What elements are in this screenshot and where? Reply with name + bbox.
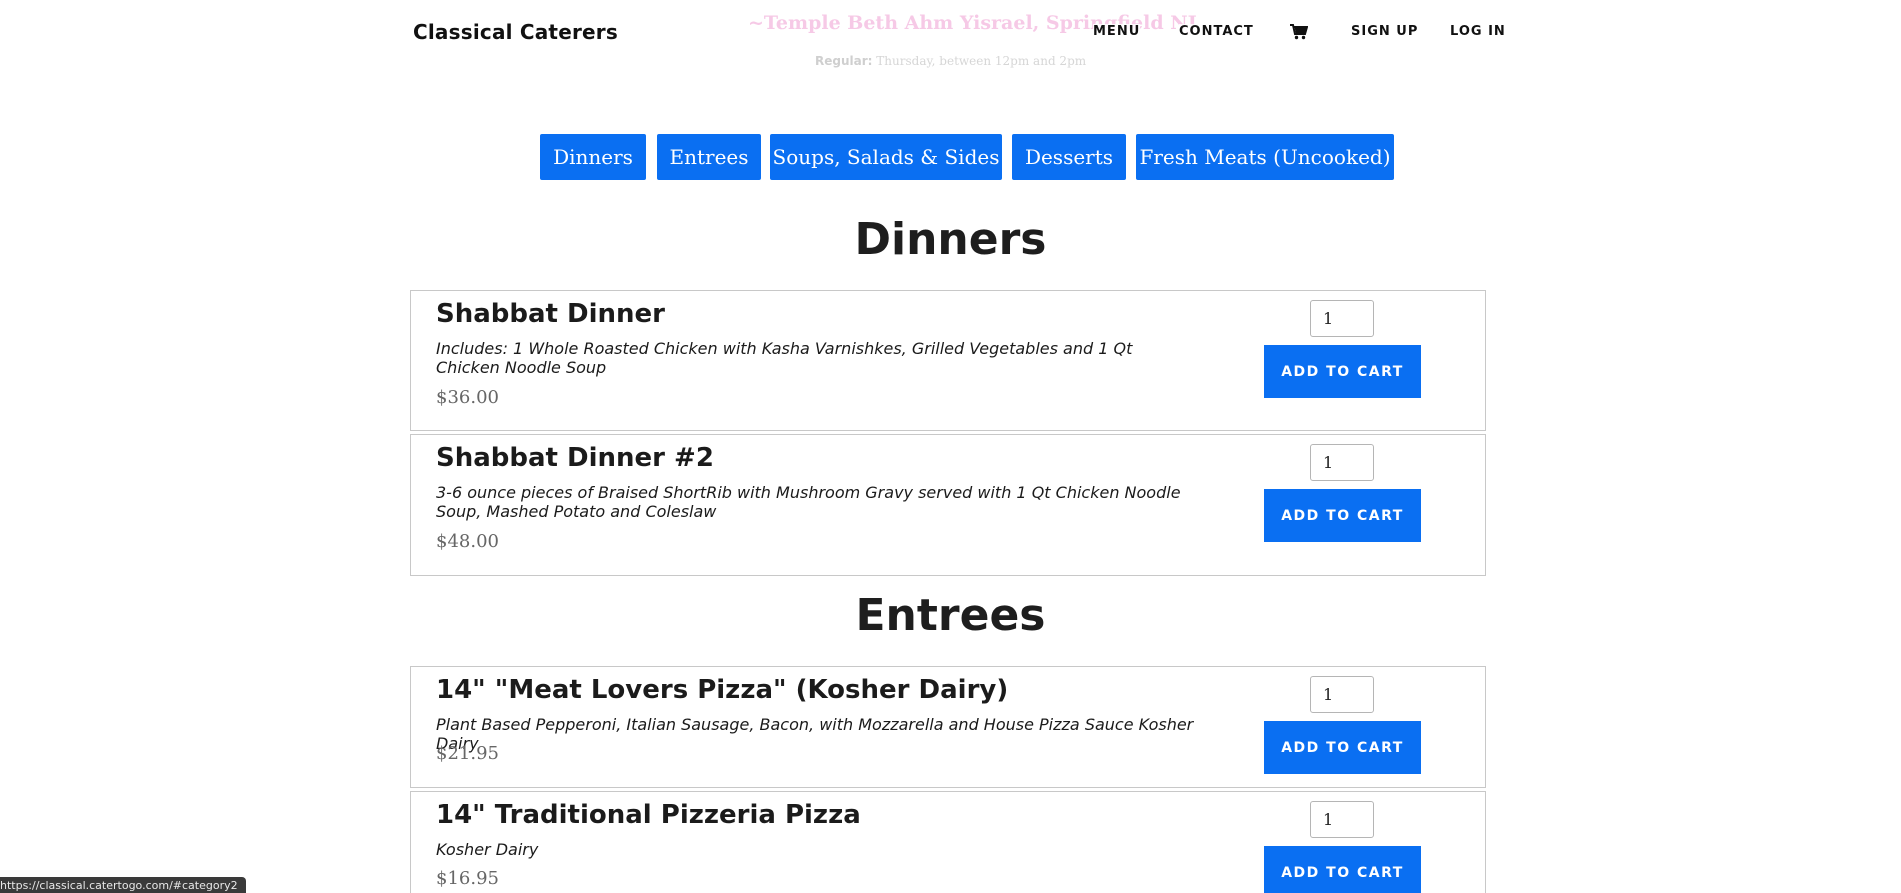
section-title-entrees: Entrees bbox=[855, 590, 1046, 641]
nav-contact[interactable]: CONTACT bbox=[1179, 24, 1254, 39]
category-desserts-button[interactable]: Desserts bbox=[1012, 134, 1126, 180]
schedule-line: Regular: Thursday, between 12pm and 2pm bbox=[815, 54, 1086, 68]
brand-logo-text[interactable]: Classical Caterers bbox=[413, 20, 618, 44]
category-soups-salads-sides-button[interactable]: Soups, Salads & Sides bbox=[770, 134, 1002, 180]
menu-item-card: 14" Traditional Pizzeria Pizza Kosher Da… bbox=[410, 791, 1486, 893]
item-name: 14" "Meat Lovers Pizza" (Kosher Dairy) bbox=[436, 675, 1009, 705]
item-price: $36.00 bbox=[436, 387, 499, 408]
add-to-cart-button[interactable]: ADD TO CART bbox=[1264, 721, 1421, 774]
schedule-text: Thursday, between 12pm and 2pm bbox=[876, 54, 1087, 68]
item-price: $16.95 bbox=[436, 868, 499, 889]
item-price: $21.95 bbox=[436, 743, 499, 764]
item-name: Shabbat Dinner #2 bbox=[436, 443, 714, 473]
item-name: Shabbat Dinner bbox=[436, 299, 665, 329]
quantity-input[interactable] bbox=[1310, 444, 1374, 481]
item-description: 3-6 ounce pieces of Braised ShortRib wit… bbox=[436, 483, 1181, 521]
nav-sign-up[interactable]: SIGN UP bbox=[1351, 24, 1419, 39]
item-price: $48.00 bbox=[436, 531, 499, 552]
schedule-label: Regular: bbox=[815, 54, 873, 68]
item-description: Kosher Dairy bbox=[436, 840, 539, 859]
quantity-input[interactable] bbox=[1310, 801, 1374, 838]
menu-item-card: Shabbat Dinner #2 3-6 ounce pieces of Br… bbox=[410, 434, 1486, 576]
add-to-cart-button[interactable]: ADD TO CART bbox=[1264, 345, 1421, 398]
nav-menu[interactable]: MENU bbox=[1093, 24, 1141, 39]
category-dinners-button[interactable]: Dinners bbox=[540, 134, 646, 180]
category-fresh-meats-button[interactable]: Fresh Meats (Uncooked) bbox=[1136, 134, 1394, 180]
section-title-dinners: Dinners bbox=[854, 214, 1047, 265]
item-name: 14" Traditional Pizzeria Pizza bbox=[436, 800, 861, 830]
site-header: ~Temple Beth Ahm Yisrael, Springfield NJ… bbox=[0, 0, 1901, 68]
category-nav: Dinners Entrees Soups, Salads & Sides De… bbox=[0, 134, 1901, 180]
item-description: Plant Based Pepperoni, Italian Sausage, … bbox=[436, 715, 1194, 753]
status-bar-url: https://classical.catertogo.com/#categor… bbox=[0, 877, 246, 893]
shopping-cart-icon[interactable] bbox=[1290, 24, 1309, 40]
add-to-cart-button[interactable]: ADD TO CART bbox=[1264, 846, 1421, 893]
category-entrees-button[interactable]: Entrees bbox=[657, 134, 761, 180]
menu-item-card: 14" "Meat Lovers Pizza" (Kosher Dairy) P… bbox=[410, 666, 1486, 788]
quantity-input[interactable] bbox=[1310, 300, 1374, 337]
add-to-cart-button[interactable]: ADD TO CART bbox=[1264, 489, 1421, 542]
item-description: Includes: 1 Whole Roasted Chicken with K… bbox=[436, 339, 1133, 377]
page: ~Temple Beth Ahm Yisrael, Springfield NJ… bbox=[0, 0, 1901, 893]
nav-log-in[interactable]: LOG IN bbox=[1450, 24, 1506, 39]
quantity-input[interactable] bbox=[1310, 676, 1374, 713]
menu-item-card: Shabbat Dinner Includes: 1 Whole Roasted… bbox=[410, 290, 1486, 431]
